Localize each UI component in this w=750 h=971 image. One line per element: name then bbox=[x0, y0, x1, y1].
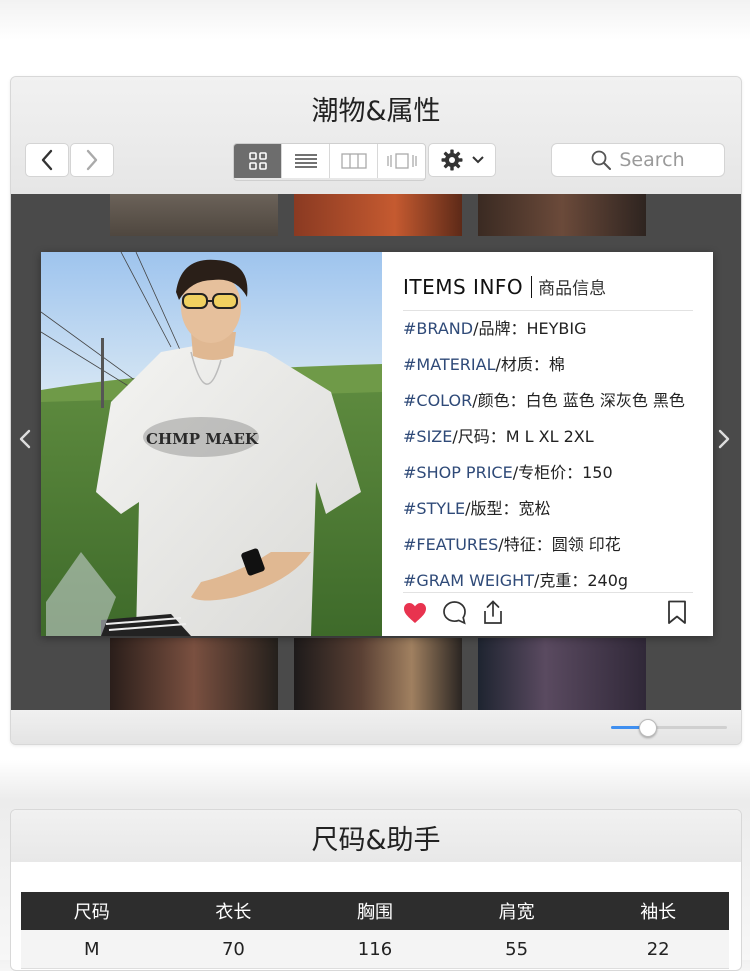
attribute-key: #FEATURES bbox=[403, 535, 499, 554]
gallery-thumbnail[interactable] bbox=[478, 638, 646, 710]
attribute-row: #GRAM WEIGHT/克重：240g bbox=[403, 567, 628, 591]
forward-button[interactable] bbox=[70, 143, 114, 177]
table-cell: 55 bbox=[445, 930, 588, 969]
chevron-left-icon bbox=[41, 149, 53, 171]
list-view-icon bbox=[294, 154, 317, 168]
attribute-value: 圆领 印花 bbox=[551, 535, 621, 554]
size-table-header: 肩宽 bbox=[445, 892, 588, 930]
attribute-label: /品牌： bbox=[473, 319, 527, 338]
size-window-title: 尺码&助手 bbox=[311, 825, 441, 856]
attribute-label: /材质： bbox=[495, 355, 549, 374]
size-window: 尺码&助手 尺码 衣长 胸围 肩宽 袖长 M 70 116 55 22 bbox=[10, 809, 742, 971]
window-title: 潮物&属性 bbox=[311, 96, 441, 127]
product-window: 潮物&属性 Search CHMP MAEK ITEMS INFO 商品信息 #… bbox=[10, 76, 742, 745]
search-field[interactable]: Search bbox=[551, 143, 725, 177]
attribute-key: #GRAM WEIGHT bbox=[403, 571, 534, 590]
attribute-value: M L XL 2XL bbox=[505, 427, 594, 446]
items-info-title-cn: 商品信息 bbox=[538, 279, 607, 298]
coverflow-view-button[interactable] bbox=[378, 144, 425, 178]
product-card: CHMP MAEK ITEMS INFO 商品信息 #BRAND/品牌：HEYB… bbox=[41, 252, 713, 636]
shirt-print-text: CHMP MAEK bbox=[146, 430, 259, 448]
size-table-header: 衣长 bbox=[162, 892, 305, 930]
attribute-row: #SHOP PRICE/专柜价：150 bbox=[403, 459, 613, 483]
items-info-title: ITEMS INFO 商品信息 bbox=[403, 274, 606, 300]
size-table-header: 袖长 bbox=[587, 892, 729, 930]
divider bbox=[403, 310, 693, 311]
back-button[interactable] bbox=[25, 143, 69, 177]
items-info-title-en: ITEMS INFO bbox=[403, 275, 524, 299]
model-photo-illustration: CHMP MAEK bbox=[41, 252, 382, 636]
attribute-value: 棉 bbox=[548, 355, 565, 374]
column-view-icon bbox=[340, 153, 367, 169]
chevron-right-icon bbox=[86, 149, 98, 171]
comment-icon[interactable] bbox=[442, 600, 467, 625]
attribute-key: #STYLE bbox=[403, 499, 466, 518]
attribute-value: 150 bbox=[582, 463, 613, 482]
gallery-thumbnail[interactable] bbox=[294, 638, 462, 710]
size-table-header: 胸围 bbox=[304, 892, 446, 930]
attribute-key: #BRAND bbox=[403, 319, 474, 338]
attribute-key: #MATERIAL bbox=[403, 355, 496, 374]
attribute-label: /特征： bbox=[498, 535, 552, 554]
column-view-button[interactable] bbox=[330, 144, 378, 178]
attribute-value: 240g bbox=[587, 571, 629, 590]
attribute-row: #SIZE/尺码：M L XL 2XL bbox=[403, 423, 594, 447]
size-table-header: 尺码 bbox=[21, 892, 163, 930]
size-table: 尺码 衣长 胸围 肩宽 袖长 M 70 116 55 22 bbox=[21, 892, 729, 969]
size-window-titlebar: 尺码&助手 bbox=[11, 810, 741, 862]
heart-icon[interactable] bbox=[403, 602, 427, 624]
search-placeholder: Search bbox=[619, 149, 685, 171]
attribute-row: #FEATURES/特征：圆领 印花 bbox=[403, 531, 621, 555]
table-row: M 70 116 55 22 bbox=[21, 930, 729, 969]
attribute-label: /颜色： bbox=[472, 391, 526, 410]
table-cell: 22 bbox=[587, 930, 729, 969]
zoom-slider[interactable] bbox=[611, 719, 727, 737]
gallery-next-arrow[interactable] bbox=[717, 428, 731, 450]
attribute-row: #BRAND/品牌：HEYBIG bbox=[403, 315, 587, 339]
attribute-value: HEYBIG bbox=[526, 319, 587, 338]
items-info-panel: ITEMS INFO 商品信息 #BRAND/品牌：HEYBIG #MATERIA… bbox=[382, 252, 713, 636]
share-icon[interactable] bbox=[481, 600, 505, 625]
toolbar: 潮物&属性 Search bbox=[11, 77, 741, 194]
table-cell: 116 bbox=[304, 930, 446, 969]
coverflow-view-icon bbox=[386, 153, 417, 169]
attribute-label: /克重： bbox=[533, 571, 588, 590]
gallery-thumbnail[interactable] bbox=[110, 638, 278, 710]
attribute-key: #SHOP PRICE bbox=[403, 463, 513, 482]
table-cell: 70 bbox=[162, 930, 305, 969]
attribute-row: #STYLE/版型：宽松 bbox=[403, 495, 551, 519]
post-actions bbox=[403, 600, 693, 628]
gallery-stage: CHMP MAEK ITEMS INFO 商品信息 #BRAND/品牌：HEYB… bbox=[11, 194, 741, 710]
size-table-header-row: 尺码 衣长 胸围 肩宽 袖长 bbox=[21, 892, 729, 930]
attribute-key: #SIZE bbox=[403, 427, 453, 446]
gallery-prev-arrow[interactable] bbox=[18, 428, 32, 450]
attribute-value: 白色 蓝色 深灰色 黑色 bbox=[525, 391, 685, 410]
grid-view-button[interactable] bbox=[234, 144, 282, 178]
attribute-key: #COLOR bbox=[403, 391, 473, 410]
settings-dropdown-button[interactable] bbox=[428, 143, 496, 177]
attribute-label: /尺码： bbox=[452, 427, 506, 446]
attribute-value: 宽松 bbox=[518, 499, 551, 518]
gear-icon bbox=[441, 149, 463, 171]
attribute-label: /专柜价： bbox=[512, 463, 583, 482]
view-mode-switcher bbox=[233, 143, 426, 181]
zoom-slider-knob[interactable] bbox=[638, 719, 657, 737]
bookmark-icon[interactable] bbox=[667, 600, 687, 625]
chevron-down-icon bbox=[472, 156, 484, 164]
gallery-thumbnail[interactable] bbox=[110, 194, 278, 236]
attribute-label: /版型： bbox=[465, 499, 519, 518]
gallery-thumbnail[interactable] bbox=[294, 194, 462, 236]
attribute-row: #MATERIAL/材质：棉 bbox=[403, 351, 565, 375]
divider bbox=[403, 592, 693, 593]
product-photo: CHMP MAEK bbox=[41, 252, 382, 636]
grid-view-icon bbox=[248, 152, 267, 170]
window-footer bbox=[11, 710, 741, 744]
list-view-button[interactable] bbox=[282, 144, 330, 178]
gallery-thumbnail[interactable] bbox=[478, 194, 646, 236]
table-cell: M bbox=[21, 930, 163, 969]
attribute-row: #COLOR/颜色：白色 蓝色 深灰色 黑色 bbox=[403, 387, 685, 411]
search-icon bbox=[591, 150, 612, 170]
